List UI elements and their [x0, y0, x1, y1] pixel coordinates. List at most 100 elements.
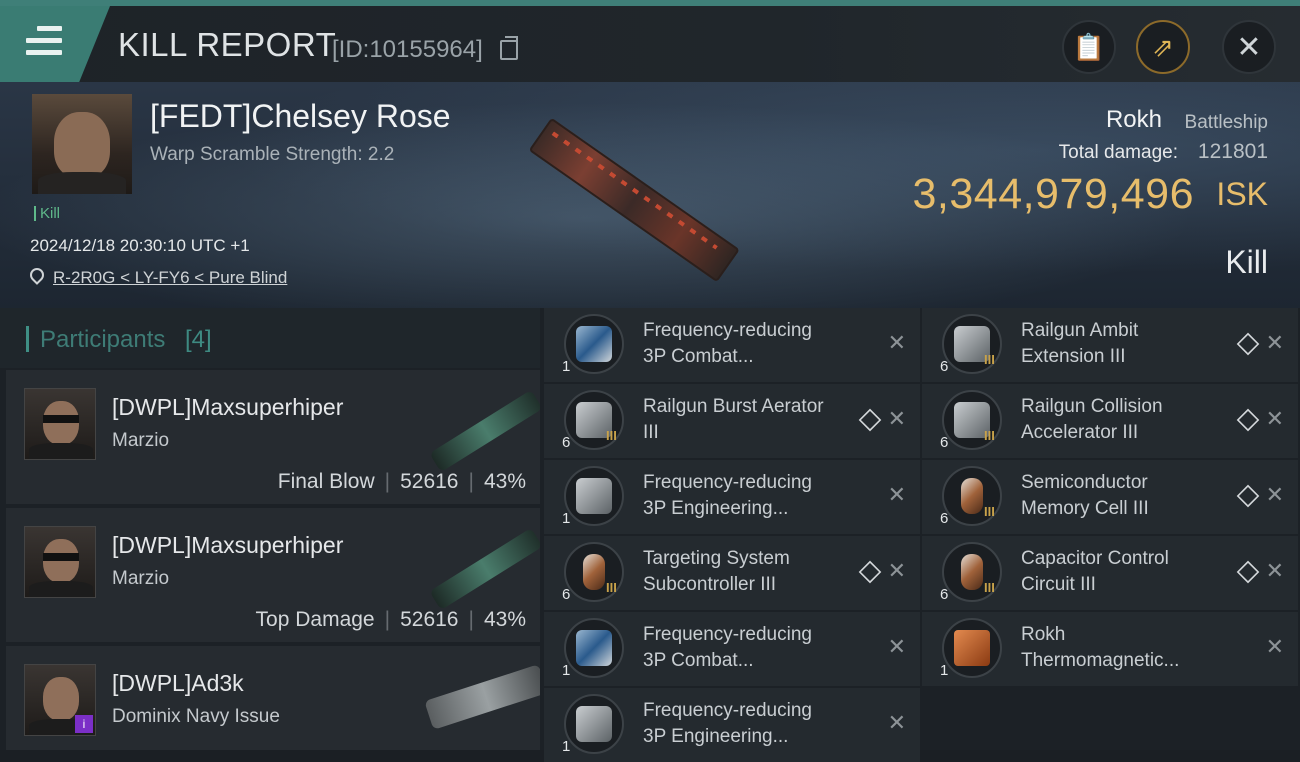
kill-datetime: 2024/12/18 20:30:10 UTC +1	[30, 236, 250, 255]
isk-unit: ISK	[1216, 176, 1268, 212]
participant-label: Final Blow	[277, 470, 375, 493]
total-damage-value: 121801	[1197, 140, 1268, 163]
result-label: Kill	[1225, 244, 1268, 280]
item-name: Frequency-reducing 3P Engineering...	[643, 472, 812, 519]
close-button[interactable]: ✕	[1222, 20, 1276, 74]
participant-damage: 52616	[400, 608, 459, 631]
participant-ship-image	[429, 527, 543, 611]
participant-avatar[interactable]	[24, 388, 96, 460]
destroyed-x-icon: ✕	[887, 482, 906, 507]
participant-stats: Top Damage | 52616 | 43%	[255, 608, 526, 631]
destroyed-x-icon: ✕	[887, 710, 906, 735]
destroyed-x-icon: ✕	[1265, 406, 1284, 431]
item-cell[interactable]: 6 III Railgun Burst Aerator III ✕	[544, 384, 920, 458]
item-name: Railgun Ambit Extension III	[1021, 320, 1139, 367]
destroyed-x-icon: ✕	[1265, 330, 1284, 355]
tier-icon: III	[984, 504, 995, 519]
frequency-module-icon	[564, 314, 624, 374]
participant-name: [DWPL]Maxsuperhiper	[112, 394, 344, 420]
participant-ship-image	[424, 664, 548, 730]
participant-name: [DWPL]Ad3k	[112, 670, 244, 696]
participant-avatar[interactable]: i	[24, 664, 96, 736]
victim-ship-class: Battleship	[1184, 112, 1268, 133]
participant-damage: 52616	[400, 470, 459, 493]
warp-scramble-strength: Warp Scramble Strength: 2.2	[150, 144, 395, 165]
hamburger-icon	[26, 26, 62, 62]
victim-name[interactable]: [FEDT]Chelsey Rose	[150, 98, 451, 135]
frequency-module-icon	[564, 466, 624, 526]
thermomagnetic-module-icon	[942, 618, 1002, 678]
share-button[interactable]: ⇗	[1136, 20, 1190, 74]
tier-icon: III	[984, 428, 995, 443]
participants-header: Participants [4]	[0, 308, 540, 368]
destroyed-x-icon: ✕	[887, 558, 906, 583]
tier-icon: III	[984, 580, 995, 595]
victim-banner: [FEDT]Chelsey Rose Warp Scramble Strengt…	[0, 82, 1300, 308]
victim-ship-name: Rokh	[1105, 106, 1162, 133]
item-cell[interactable]: 6 III Capacitor Control Circuit III ✕	[922, 536, 1298, 610]
item-cell[interactable]: 6 III Semiconductor Memory Cell III ✕	[922, 460, 1298, 534]
participant-row[interactable]: i [DWPL]Ad3k Dominix Navy Issue	[6, 646, 548, 750]
participant-avatar[interactable]	[24, 526, 96, 598]
item-quantity: 1	[940, 662, 949, 679]
item-quantity: 6	[940, 434, 949, 451]
frequency-module-icon	[564, 694, 624, 754]
item-quantity: 6	[562, 586, 571, 603]
item-name: Railgun Collision Accelerator III	[1021, 396, 1163, 443]
destroyed-x-icon: ✕	[887, 634, 906, 659]
item-name: Railgun Burst Aerator III	[643, 396, 824, 443]
participants-panel: Participants [4] [DWPL]Maxsuperhiper Mar…	[0, 308, 548, 750]
victim-portrait[interactable]	[32, 94, 132, 194]
close-icon: ✕	[1236, 30, 1262, 64]
destroyed-x-icon: ✕	[887, 406, 906, 431]
item-quantity: 1	[562, 738, 571, 755]
participant-row[interactable]: [DWPL]Maxsuperhiper Marzio Top Damage | 5…	[6, 508, 543, 642]
tier-icon: III	[606, 428, 617, 443]
participants-title: Participants	[40, 326, 166, 353]
clipboard-button[interactable]: 📋	[1062, 20, 1116, 74]
kill-location-link[interactable]: R-2R0G < LY-FY6 < Pure Blind	[53, 268, 287, 288]
copy-icon[interactable]	[500, 36, 518, 60]
clipboard-icon: 📋	[1072, 31, 1106, 62]
item-cell[interactable]: 1 Frequency-reducing 3P Combat... ✕	[544, 612, 920, 686]
total-damage-label: Total damage:	[1058, 142, 1178, 163]
participant-row[interactable]: [DWPL]Maxsuperhiper Marzio Final Blow | 5…	[6, 370, 543, 504]
kill-id: [ID:10155964]	[332, 36, 483, 63]
location-pin-icon	[27, 265, 47, 285]
info-badge-icon: i	[75, 715, 93, 733]
destroyed-x-icon: ✕	[1265, 634, 1284, 659]
item-name: Capacitor Control Circuit III	[1021, 548, 1169, 595]
item-name: Frequency-reducing 3P Engineering...	[643, 700, 812, 747]
item-cell[interactable]: 1 Frequency-reducing 3P Engineering... ✕	[544, 460, 920, 534]
item-cell[interactable]: 6 III Railgun Collision Accelerator III ✕	[922, 384, 1298, 458]
participant-percent: 43%	[483, 470, 526, 493]
item-quantity: 6	[562, 434, 571, 451]
participant-ship: Marzio	[112, 568, 170, 589]
participant-ship-image	[429, 389, 543, 473]
item-cell[interactable]: 1 Rokh Thermomagnetic... ✕	[922, 612, 1298, 686]
tier-icon: III	[984, 352, 995, 367]
item-quantity: 1	[562, 358, 571, 375]
item-quantity: 1	[562, 510, 571, 527]
destroyed-x-icon: ✕	[1265, 482, 1284, 507]
victim-ship-image	[528, 117, 740, 283]
participant-ship: Dominix Navy Issue	[112, 706, 280, 727]
menu-button[interactable]	[0, 6, 110, 82]
participant-name: [DWPL]Maxsuperhiper	[112, 532, 344, 558]
participant-ship: Marzio	[112, 430, 170, 451]
item-name: Targeting System Subcontroller III	[643, 548, 790, 595]
participants-count: [4]	[185, 326, 212, 353]
item-name: Rokh Thermomagnetic...	[1021, 624, 1180, 671]
tier-icon: III	[606, 580, 617, 595]
item-cell[interactable]: 1 Frequency-reducing 3P Combat... ✕	[544, 308, 920, 382]
item-cell[interactable]: 6 III Targeting System Subcontroller III …	[544, 536, 920, 610]
item-quantity: 6	[940, 510, 949, 527]
item-name: Frequency-reducing 3P Combat...	[643, 624, 812, 671]
share-icon: ⇗	[1152, 31, 1174, 62]
item-cell[interactable]: 6 III Railgun Ambit Extension III ✕	[922, 308, 1298, 382]
destroyed-x-icon: ✕	[1265, 558, 1284, 583]
kill-tag: Kill	[34, 206, 60, 221]
item-cell[interactable]: 1 Frequency-reducing 3P Engineering... ✕	[544, 688, 920, 762]
header-bar: KILL REPORT [ID:10155964] 📋 ⇗ ✕	[0, 0, 1300, 82]
item-quantity: 6	[940, 586, 949, 603]
